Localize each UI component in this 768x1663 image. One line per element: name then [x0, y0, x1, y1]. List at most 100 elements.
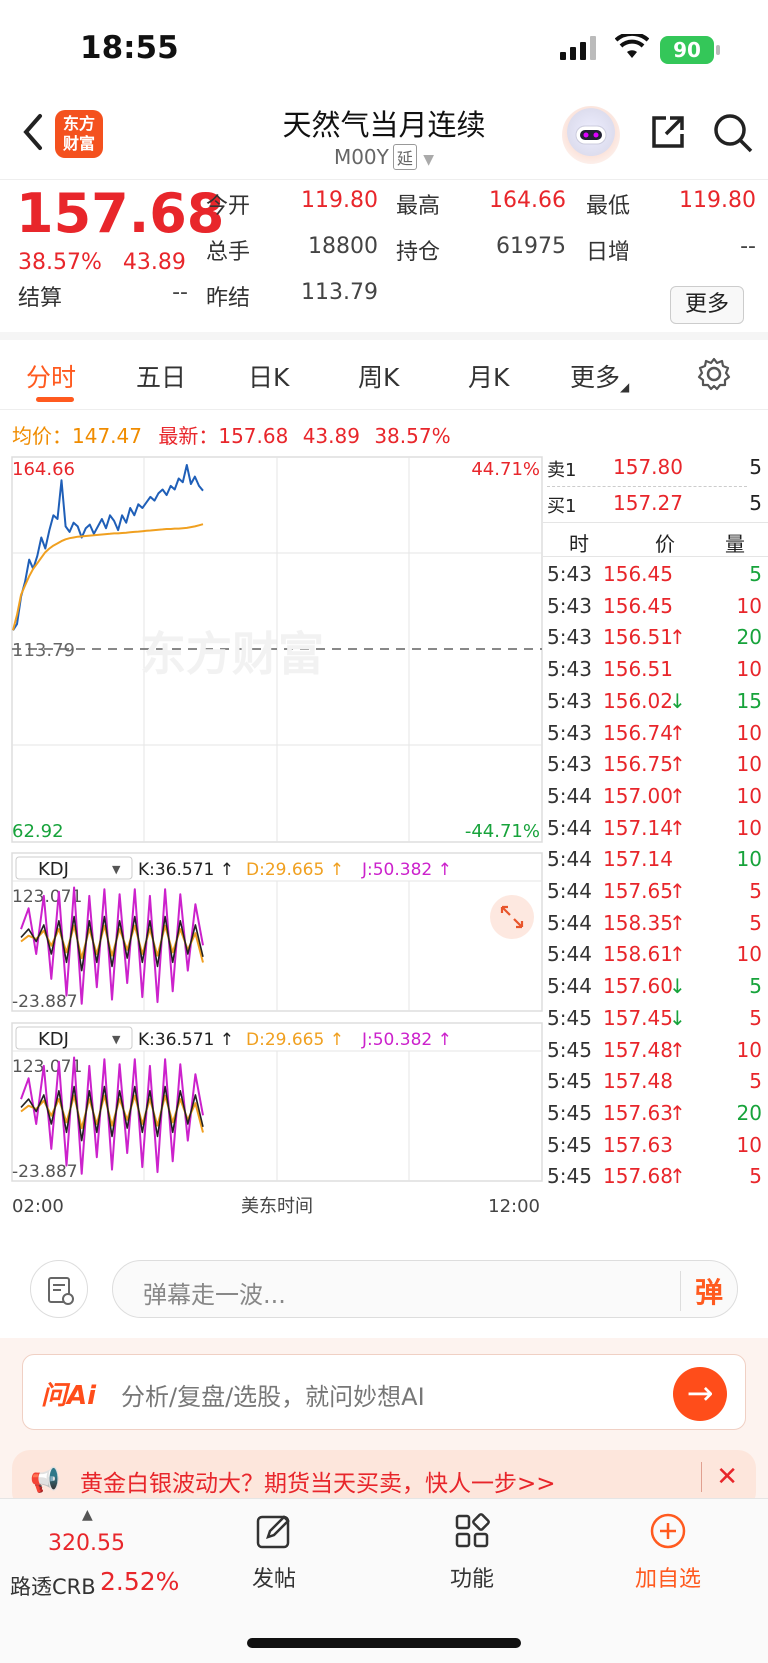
tick-price: 156.45 [603, 562, 673, 586]
tick-arrow-icon: ↑ [669, 1164, 686, 1189]
post-tab[interactable]: 发帖 [214, 1511, 334, 1593]
tick-qty: 10 [736, 1037, 762, 1062]
bid-row: 买1 157.27 5 [543, 488, 768, 522]
intraday-chart[interactable]: 东方财富 164.66 113.79 62.92 44.71% -44.71% … [0, 455, 545, 1235]
arrow-right-icon[interactable]: → [673, 1367, 727, 1421]
kdj2-j: J:50.382 ↑ [361, 1030, 452, 1050]
tab-daily-k[interactable]: 日K [248, 358, 289, 394]
main-series [12, 464, 204, 631]
logo-text-top: 东方 [62, 114, 95, 133]
tick-time: 5:45 [547, 1037, 592, 1062]
back-chevron-icon[interactable] [18, 112, 48, 152]
volume-value: 18800 [308, 234, 378, 259]
post-tab-label: 发帖 [251, 1567, 296, 1592]
ask-qty: 5 [749, 455, 762, 479]
latest-pct: 38.57% [374, 424, 451, 448]
prev-settle-label: 昨结 [206, 286, 251, 311]
kdj1-d: D:29.665 ↑ [246, 860, 344, 880]
ask-label: 卖1 [547, 460, 577, 481]
order-book-panel: 卖1 157.80 5 买1 157.27 5 时 价 量 5:43 156.45… [543, 455, 768, 1238]
tick-time: 5:45 [547, 1100, 592, 1125]
gear-icon[interactable] [696, 356, 732, 392]
tab-weekly-k[interactable]: 周K [358, 358, 399, 394]
tick-price: 157.68 [603, 1164, 673, 1189]
kdj1-name: KDJ [38, 859, 69, 880]
tab-intraday[interactable]: 分时 [26, 358, 76, 394]
ai-robot-avatar[interactable] [562, 106, 620, 164]
page-title: 天然气当月连续 [282, 108, 486, 142]
share-icon[interactable] [648, 112, 688, 152]
tab-monthly-k[interactable]: 月K [468, 358, 509, 394]
tick-price: 156.51 [603, 657, 673, 682]
tab-more[interactable]: 更多◢ [570, 358, 629, 394]
search-icon[interactable] [712, 112, 754, 154]
open-label: 今开 [206, 194, 251, 219]
price-change: 38.57% 43.89 [18, 250, 186, 275]
battery-icon: 90 [660, 36, 714, 64]
document-edit-icon [48, 1277, 74, 1305]
chevron-down-icon: ▼ [423, 152, 435, 168]
tick-price: 157.14 [603, 847, 673, 872]
delayed-tag: 延 [392, 144, 417, 170]
ask-price: 157.80 [613, 455, 683, 479]
tab-five-day[interactable]: 五日 [136, 358, 186, 394]
tick-row: 5:43 156.75 ↑ 10 [543, 748, 768, 781]
tick-price: 156.02 [603, 688, 673, 713]
tick-qty: 10 [736, 752, 762, 777]
tick-row: 5:43 156.45 5 [543, 558, 768, 591]
tick-arrow-icon: ↑ [669, 783, 686, 808]
ai-input[interactable]: 问Ai 分析/复盘/选股，就问妙想AI → [22, 1354, 746, 1430]
tick-price: 157.63 [603, 1132, 673, 1157]
tick-qty: 5 [749, 562, 762, 586]
ask-row: 卖1 157.80 5 [543, 452, 768, 486]
add-watchlist-tab[interactable]: 加自选 [608, 1511, 728, 1593]
crb-pct: 2.52% [100, 1567, 180, 1596]
expand-icon-bg[interactable] [490, 895, 534, 939]
tick-time: 5:43 [547, 625, 592, 650]
tick-time: 5:43 [547, 593, 592, 618]
daily-inc-value: -- [740, 234, 756, 259]
tick-price: 157.65 [603, 879, 673, 903]
tick-time: 5:43 [547, 657, 592, 682]
y-min-label: 62.92 [12, 821, 64, 842]
status-bar: 18:55 90 [0, 0, 768, 96]
watermark: 东方财富 [140, 627, 324, 681]
kdj1-j: J:50.382 ↑ [361, 860, 452, 880]
pct-min-label: -44.71% [465, 821, 540, 842]
kdj1-top: 123.071 [12, 887, 82, 907]
close-icon[interactable]: ✕ [701, 1462, 738, 1492]
tick-time: 5:44 [547, 974, 592, 999]
tick-time: 5:43 [547, 688, 592, 713]
tick-time: 5:45 [547, 1005, 592, 1030]
tick-arrow-icon: ↑ [669, 1037, 686, 1062]
add-watchlist-label: 加自选 [634, 1567, 701, 1592]
tick-time: 5:43 [547, 752, 592, 777]
tick-qty: 20 [736, 1100, 762, 1125]
home-indicator [247, 1638, 521, 1648]
battery-tip [716, 45, 720, 55]
post-draft-button[interactable] [30, 1260, 88, 1318]
tick-time: 5:45 [547, 1164, 592, 1189]
bid-label: 买1 [547, 496, 577, 517]
tick-arrow-icon: ↑ [669, 815, 686, 840]
y-mid-label: 113.79 [12, 640, 75, 661]
tick-row: 5:45 157.63 10 [543, 1129, 768, 1162]
tick-qty: 20 [736, 625, 762, 650]
megaphone-icon: 📢 [30, 1466, 60, 1494]
tick-row: 5:44 158.61 ↑ 10 [543, 938, 768, 971]
latest-value: 157.68 [218, 424, 289, 448]
functions-tab[interactable]: 功能 [412, 1511, 532, 1593]
settle-label: 结算 [18, 286, 63, 311]
danmu-toggle-icon[interactable]: 弹 [679, 1271, 723, 1311]
latest-chg: 43.89 [302, 424, 360, 448]
tick-price: 157.14 [603, 815, 673, 840]
pct-max-label: 44.71% [471, 459, 540, 480]
volume-label: 总手 [206, 240, 251, 265]
caret-up-icon: ▲ [82, 1507, 93, 1523]
danmu-input[interactable]: 弹幕走一波... 弹 [112, 1260, 738, 1318]
tick-qty: 10 [736, 657, 762, 682]
contract-code[interactable]: M00Y 延 ▼ [200, 144, 568, 170]
eastmoney-logo[interactable]: 东方 财富 [55, 110, 103, 158]
wifi-icon [615, 34, 649, 58]
more-quote-button[interactable]: 更多 [670, 286, 744, 324]
